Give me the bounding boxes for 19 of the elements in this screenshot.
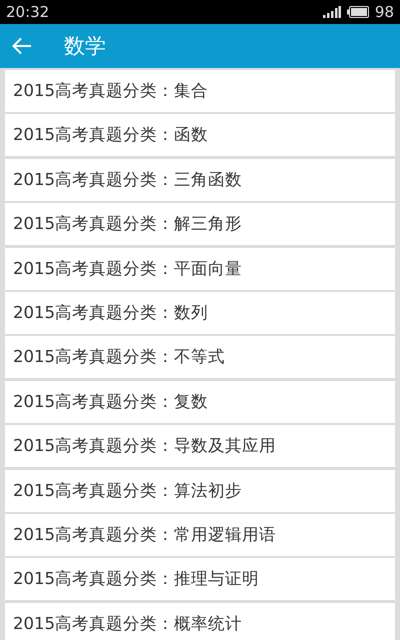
battery-icon [346,6,369,18]
list-item[interactable]: 2015高考真题分类：解三角形 [5,203,395,246]
list-item[interactable]: 2015高考真题分类：常用逻辑用语 [5,514,395,556]
list-item[interactable]: 2015高考真题分类：三角函数 [5,158,395,201]
list-item[interactable]: 2015高考真题分类：推理与证明 [5,558,395,600]
list-item[interactable]: 2015高考真题分类：复数 [5,380,395,423]
list-item[interactable]: 2015高考真题分类：集合 [5,70,395,112]
list-item[interactable]: 2015高考真题分类：算法初步 [5,470,395,512]
list-item[interactable]: 2015高考真题分类：导数及其应用 [5,425,395,468]
battery-level: 98 [374,3,394,21]
back-arrow-icon[interactable] [12,37,32,55]
clock-time: 20:32 [6,3,50,21]
list-item[interactable]: 2015高考真题分类：不等式 [5,336,395,378]
page-title: 数学 [64,33,106,60]
list-item[interactable]: 2015高考真题分类：数列 [5,292,395,334]
list-item[interactable]: 2015高考真题分类：平面向量 [5,248,395,290]
list-item[interactable]: 2015高考真题分类：概率统计 [5,602,395,640]
list-item[interactable]: 2015高考真题分类：函数 [5,114,395,156]
signal-icon [322,6,341,18]
